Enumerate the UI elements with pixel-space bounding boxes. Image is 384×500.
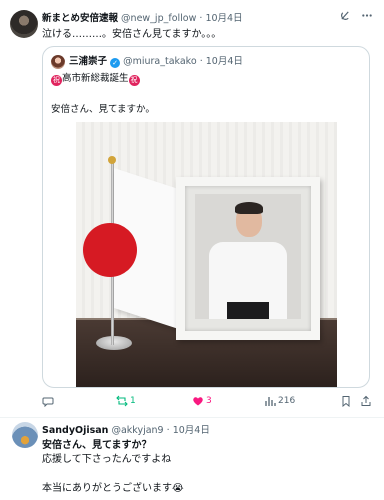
grok-icon[interactable] bbox=[340, 10, 351, 21]
author-avatar[interactable] bbox=[10, 10, 38, 38]
quoted-title-text: 高市新総裁誕生 bbox=[62, 73, 129, 84]
post-text: 泣ける………。安倍さん見てますか。。。 bbox=[42, 29, 222, 40]
bookmark-icon bbox=[342, 396, 350, 407]
top-icons bbox=[340, 10, 374, 22]
like-count: 3 bbox=[206, 396, 212, 406]
quoted-header: 三浦崇子 ✓ @miura_takako · 10月4日 bbox=[69, 56, 243, 68]
post-header: 新まとめ安倍速報 @new_jp_follow · 10月4日 bbox=[42, 13, 243, 25]
author-name[interactable]: 新まとめ安倍速報 bbox=[42, 13, 118, 24]
quoted-author-handle[interactable]: @miura_takako bbox=[123, 56, 197, 67]
portrait-hair bbox=[235, 202, 263, 214]
flag-stand bbox=[96, 336, 132, 350]
quoted-date[interactable]: 10月4日 bbox=[206, 56, 243, 67]
views-icon bbox=[265, 397, 276, 406]
reply-author-avatar[interactable] bbox=[12, 422, 38, 448]
quoted-author-name[interactable]: 三浦崇子 bbox=[69, 56, 107, 67]
photo-frame bbox=[176, 177, 320, 340]
quoted-body: 安倍さん、見てますか。 bbox=[51, 104, 155, 115]
portrait-trousers bbox=[227, 302, 269, 319]
post-date[interactable]: 10月4日 bbox=[205, 13, 242, 24]
retweet-count: 1 bbox=[130, 396, 136, 406]
action-bar: 1 3 216 bbox=[42, 394, 371, 410]
quoted-title: 祝高市新総裁誕生祝 bbox=[51, 73, 140, 86]
author-handle[interactable]: @new_jp_follow bbox=[121, 13, 196, 24]
reply-date[interactable]: 10月4日 bbox=[173, 425, 210, 436]
reply-line-1: 安倍さん、見てますか？ bbox=[42, 440, 152, 451]
reply-author-handle[interactable]: @akkyjan9 bbox=[111, 425, 163, 436]
celebration-badge-icon: 祝 bbox=[51, 75, 62, 86]
quoted-author-avatar[interactable] bbox=[51, 55, 65, 69]
portrait bbox=[195, 194, 301, 319]
heart-icon bbox=[193, 397, 203, 406]
flag-finial bbox=[108, 156, 116, 164]
post[interactable]: 新まとめ安倍速報 @new_jp_follow · 10月4日 泣ける………。安… bbox=[0, 0, 384, 418]
quoted-post[interactable]: 三浦崇子 ✓ @miura_takako · 10月4日 祝高市新総裁誕生祝 安… bbox=[42, 46, 370, 388]
retweet-icon bbox=[116, 395, 128, 407]
separator: · bbox=[199, 56, 203, 67]
reply-line-3: 本当にありがとうございます😭 bbox=[42, 483, 184, 494]
share-icon bbox=[361, 395, 371, 406]
reply-author-name[interactable]: SandyOjisan bbox=[42, 425, 108, 436]
reply-line-2: 応援して下さったんですよね bbox=[42, 454, 172, 465]
view-count: 216 bbox=[278, 396, 296, 406]
celebration-badge-icon: 祝 bbox=[128, 75, 140, 86]
more-icon[interactable] bbox=[360, 10, 374, 21]
quoted-photo[interactable] bbox=[76, 122, 337, 387]
verified-icon: ✓ bbox=[110, 58, 121, 68]
reply-header: SandyOjisan @akkyjan9 · 10月4日 bbox=[42, 425, 210, 437]
reply-icon bbox=[42, 397, 54, 407]
separator: · bbox=[199, 13, 203, 24]
frame-inner bbox=[185, 186, 311, 331]
separator: · bbox=[166, 425, 170, 436]
flag-red-disc bbox=[83, 223, 137, 277]
